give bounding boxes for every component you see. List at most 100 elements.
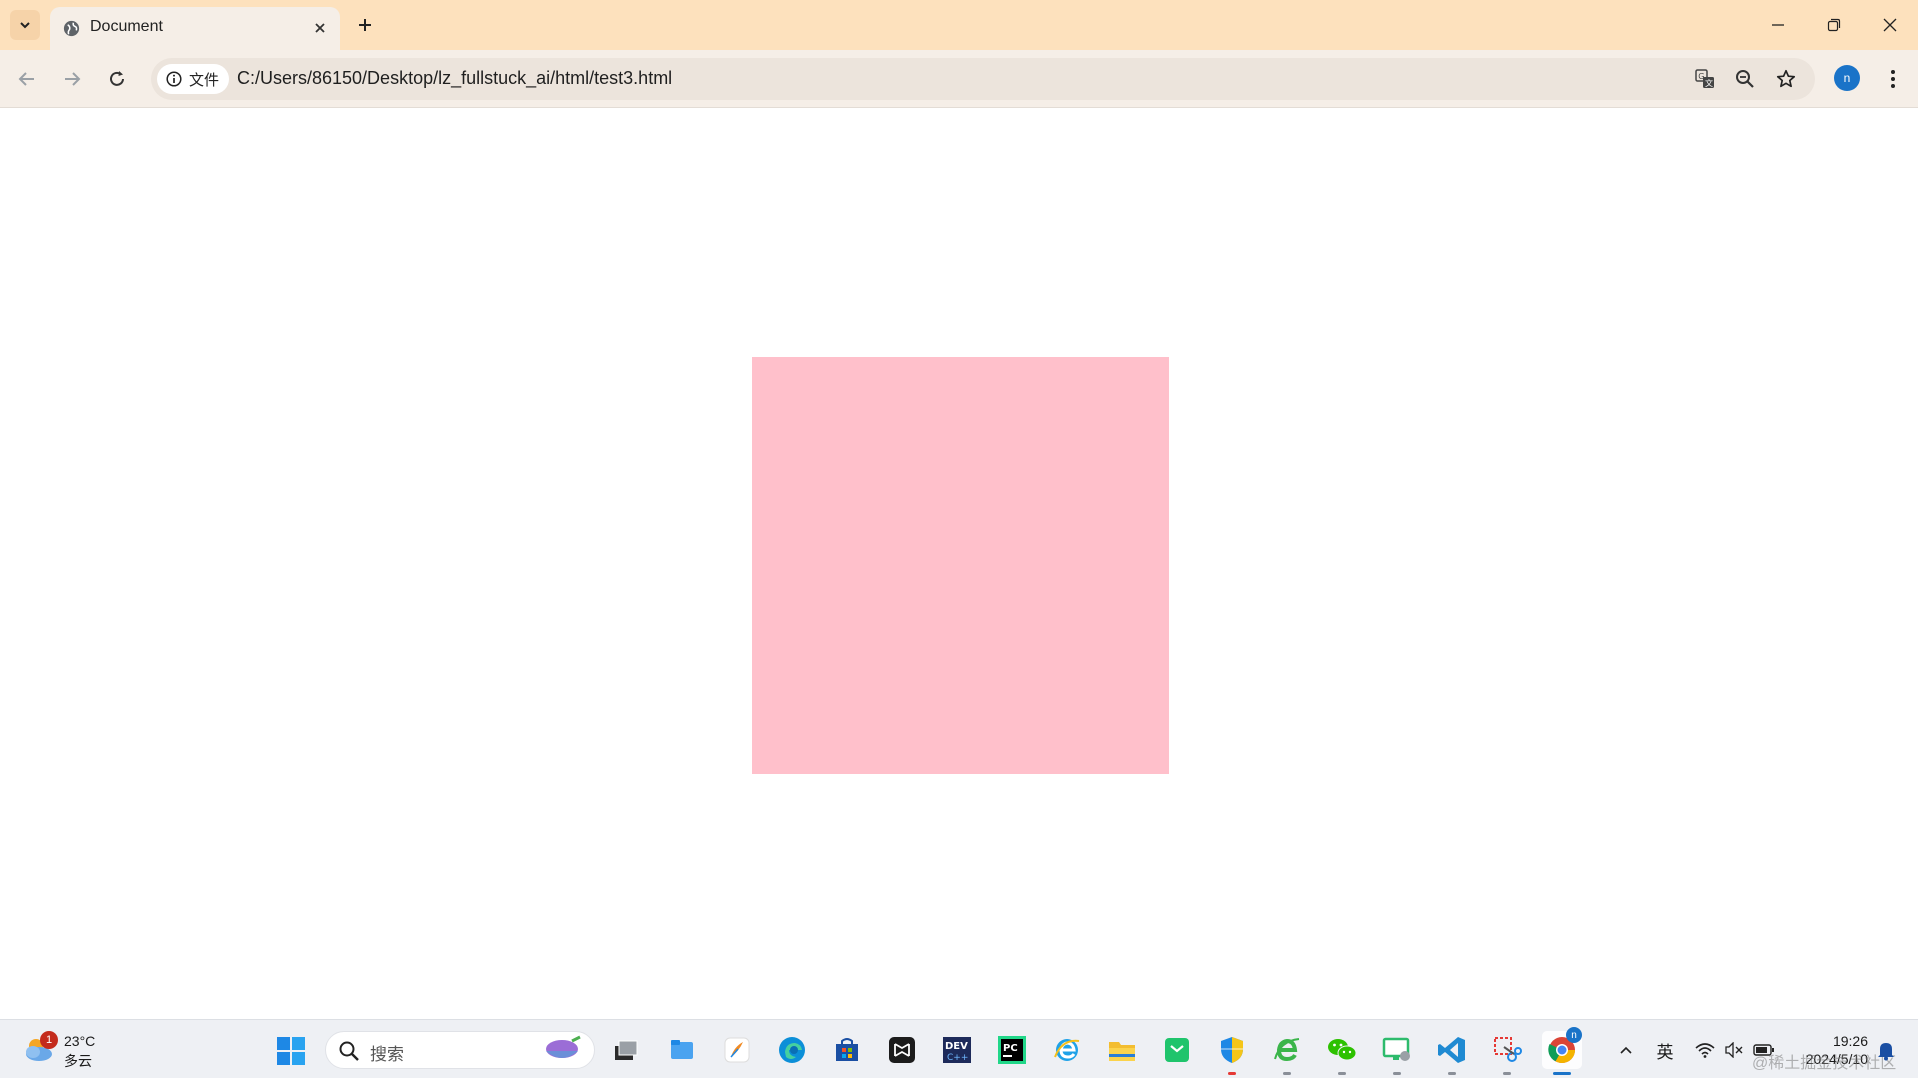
running-indicator	[1228, 1072, 1236, 1075]
taskbar: 1 23°C 多云 搜索 DEV C++ PC n 英 19:26 2024/5…	[0, 1019, 1918, 1078]
search-placeholder: 搜索	[370, 1045, 404, 1064]
pink-square	[752, 357, 1169, 774]
restore-icon	[1827, 18, 1841, 32]
zoom-out-icon	[1736, 70, 1754, 88]
close-window-icon	[1883, 18, 1897, 32]
taskbar-app-chrome[interactable]: n	[1542, 1027, 1582, 1075]
taskbar-app-vscode[interactable]	[1432, 1031, 1472, 1075]
restore-button[interactable]	[1806, 0, 1862, 50]
edge-icon	[779, 1037, 805, 1063]
vscode-icon	[1438, 1037, 1465, 1063]
profile-avatar[interactable]: n	[1834, 65, 1860, 91]
wifi-button[interactable]	[1694, 1038, 1716, 1062]
taskbar-app-feather[interactable]	[717, 1031, 757, 1069]
taskbar-app-devcpp[interactable]: DEV C++	[937, 1031, 977, 1069]
reload-icon	[110, 71, 124, 86]
running-indicator	[1283, 1072, 1291, 1075]
site-info-chip[interactable]: 文件	[157, 64, 229, 94]
chrome-profile-badge: n	[1566, 1027, 1582, 1043]
taskbar-app-file-explorer[interactable]	[1102, 1031, 1142, 1069]
active-indicator	[1553, 1072, 1571, 1075]
url-text[interactable]: C:/Users/86150/Desktop/lz_fullstuck_ai/h…	[237, 68, 672, 89]
clock-time: 19:26	[1832, 1033, 1868, 1049]
browser-toolbar: 文件 C:/Users/86150/Desktop/lz_fullstuck_a…	[0, 50, 1918, 108]
chevron-down-icon	[20, 22, 30, 29]
taskbar-app-ie[interactable]	[1047, 1031, 1087, 1069]
close-icon	[315, 23, 325, 33]
globe-icon	[63, 20, 80, 37]
notification-bell-icon[interactable]	[1875, 1039, 1897, 1061]
folder-blue-icon	[671, 1040, 693, 1059]
forward-button[interactable]	[56, 63, 88, 95]
taskbar-app-security[interactable]	[1212, 1031, 1252, 1075]
taskbar-app-pycharm[interactable]: PC	[992, 1031, 1032, 1069]
taskbar-app-capcut[interactable]	[882, 1031, 922, 1069]
page-viewport	[0, 108, 1918, 1019]
back-button[interactable]	[11, 63, 43, 95]
svg-text:PC: PC	[1003, 1043, 1018, 1054]
ime-indicator[interactable]: 英	[1652, 1038, 1678, 1062]
temperature: 23°C	[64, 1033, 96, 1049]
green-app-icon	[1165, 1038, 1189, 1062]
wechat-icon	[1328, 1039, 1357, 1061]
remote-desktop-icon	[1382, 1037, 1410, 1061]
zoom-button[interactable]	[1731, 65, 1759, 93]
arrow-left-icon	[18, 72, 34, 86]
minimize-icon	[1772, 24, 1784, 26]
tab-title: Document	[90, 18, 163, 35]
chevron-up-icon	[1620, 1046, 1632, 1054]
plus-icon	[359, 19, 371, 31]
svg-text:C++: C++	[947, 1053, 968, 1063]
ie-icon	[1054, 1039, 1080, 1061]
show-hidden-icons-button[interactable]	[1616, 1038, 1636, 1062]
bowl-art-icon	[546, 1035, 581, 1058]
volume-muted-icon	[1725, 1042, 1743, 1058]
reload-button[interactable]	[101, 63, 133, 95]
address-bar[interactable]: 文件 C:/Users/86150/Desktop/lz_fullstuck_a…	[151, 58, 1815, 100]
screen: Document 文件 C:/Users/86150/Desktop/lz_fu…	[0, 0, 1918, 1078]
taskbar-app-snipping[interactable]	[1487, 1031, 1527, 1075]
minimize-button[interactable]	[1750, 0, 1806, 50]
taskbar-search[interactable]: 搜索	[325, 1031, 595, 1069]
wifi-icon	[1695, 1043, 1715, 1058]
taskbar-app-folder[interactable]	[662, 1031, 702, 1069]
task-view-button[interactable]	[606, 1031, 646, 1069]
browser-menu-button[interactable]	[1878, 63, 1908, 95]
close-window-button[interactable]	[1862, 0, 1918, 50]
translate-icon: G文	[1695, 69, 1714, 88]
translate-button[interactable]: G文	[1691, 65, 1719, 93]
taskbar-app-wechat[interactable]	[1322, 1031, 1362, 1075]
tab-search-button[interactable]	[10, 10, 40, 40]
volume-button[interactable]	[1723, 1038, 1745, 1062]
star-icon	[1776, 69, 1796, 88]
tab-document[interactable]: Document	[50, 7, 340, 50]
taskbar-app-edge[interactable]	[772, 1031, 812, 1069]
tab-close-button[interactable]	[308, 16, 332, 40]
weather-widget[interactable]: 1 23°C 多云	[22, 1030, 102, 1070]
running-indicator	[1393, 1072, 1401, 1075]
more-vertical-icon	[1891, 70, 1895, 88]
pycharm-icon: PC	[998, 1036, 1026, 1064]
taskbar-app-store[interactable]	[827, 1031, 867, 1069]
shield-icon	[1221, 1037, 1243, 1063]
taskbar-app-e-browser[interactable]	[1267, 1031, 1307, 1075]
snipping-tool-icon	[1494, 1037, 1522, 1062]
info-icon	[166, 71, 182, 87]
site-chip-label: 文件	[189, 71, 220, 89]
windows-start-icon[interactable]	[276, 1036, 306, 1066]
feather-icon	[724, 1037, 750, 1063]
new-tab-button[interactable]	[351, 11, 379, 39]
svg-text:G: G	[1698, 72, 1704, 81]
e-browser-icon	[1274, 1038, 1300, 1062]
svg-text:DEV: DEV	[945, 1041, 968, 1052]
taskbar-app-remote[interactable]	[1377, 1031, 1417, 1075]
folder-icon	[1109, 1042, 1135, 1061]
svg-text:文: 文	[1705, 78, 1713, 88]
bookmark-button[interactable]	[1772, 65, 1800, 93]
store-icon	[836, 1038, 858, 1061]
taskbar-app-green[interactable]	[1157, 1031, 1197, 1069]
devcpp-icon: DEVC++	[943, 1037, 971, 1063]
weather-badge: 1	[40, 1031, 58, 1049]
tab-strip: Document	[0, 0, 1918, 50]
search-icon	[339, 1041, 359, 1061]
